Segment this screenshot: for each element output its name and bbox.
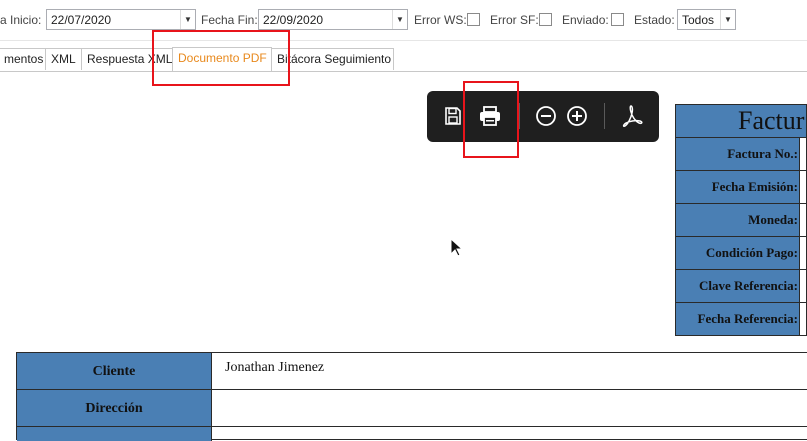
tab-respuesta-xml[interactable]: Respuesta XML — [81, 48, 173, 70]
tab-label: Documento PDF — [178, 51, 267, 65]
cliente-label: Cliente — [17, 353, 212, 389]
invoice-row: Fecha Referencia: — [675, 303, 807, 336]
invoice-row: Clave Referencia: — [675, 270, 807, 303]
tab-label: XML — [51, 52, 76, 66]
error-sf-label: Error SF: — [490, 13, 539, 27]
error-ws-label: Error WS: — [414, 13, 467, 27]
zoom-in-icon[interactable] — [564, 103, 590, 129]
table-row — [16, 426, 807, 441]
filter-bar: a Inicio: 22/07/2020 ▼ Fecha Fin: 22/09/… — [0, 0, 807, 40]
table-cell — [17, 427, 212, 441]
invoice-field-label: Moneda: — [676, 204, 800, 236]
tab-label: Bitácora Seguimiento — [277, 52, 392, 66]
invoice-row: Factura No.: — [675, 138, 807, 171]
fecha-fin-label: Fecha Fin: — [201, 13, 258, 27]
fecha-inicio-label: a Inicio: — [0, 13, 42, 27]
invoice-row: Moneda: — [675, 204, 807, 237]
table-row: Cliente Jonathan Jimenez — [16, 352, 807, 390]
enviado-label: Enviado: — [562, 13, 609, 27]
invoice-title-cell: Factur — [675, 104, 807, 138]
table-row: Dirección — [16, 389, 807, 427]
cliente-value: Jonathan Jimenez — [225, 360, 325, 375]
invoice-field-label: Fecha Referencia: — [676, 303, 800, 335]
invoice-row: Fecha Emisión: — [675, 171, 807, 204]
divider — [0, 40, 807, 41]
tab-label: Respuesta XML — [87, 52, 173, 66]
fecha-fin-picker[interactable]: 22/09/2020 ▼ — [258, 9, 408, 30]
dropdown-arrow-icon[interactable]: ▼ — [180, 10, 195, 29]
save-icon[interactable] — [440, 103, 466, 129]
dropdown-arrow-icon[interactable]: ▼ — [720, 10, 735, 29]
estado-select[interactable]: Todos ▼ — [677, 9, 736, 30]
print-icon[interactable] — [477, 103, 503, 129]
enviado-checkbox[interactable] — [611, 13, 624, 26]
fecha-inicio-value: 22/07/2020 — [51, 13, 112, 27]
invoice-row: Condición Pago: — [675, 237, 807, 270]
toolbar-separator — [519, 103, 520, 129]
fecha-fin-value: 22/09/2020 — [263, 13, 324, 27]
tab-bar: mentos XML Respuesta XML Documento PDF B… — [0, 47, 807, 72]
pdf-toolbar — [427, 91, 659, 142]
invoice-title: Factur — [738, 106, 805, 135]
acrobat-icon[interactable] — [619, 103, 645, 129]
estado-value: Todos — [682, 13, 715, 27]
zoom-out-icon[interactable] — [533, 103, 559, 129]
invoice-field-label: Condición Pago: — [676, 237, 800, 269]
dropdown-arrow-icon[interactable]: ▼ — [392, 10, 407, 29]
tab-xml[interactable]: XML — [45, 48, 82, 70]
estado-label: Estado: — [634, 13, 675, 27]
fecha-inicio-picker[interactable]: 22/07/2020 ▼ — [46, 9, 196, 30]
invoice-field-label: Factura No.: — [676, 138, 800, 170]
invoice-field-label: Fecha Emisión: — [676, 171, 800, 203]
tab-documento-pdf[interactable]: Documento PDF — [172, 47, 272, 71]
direccion-label: Dirección — [17, 390, 212, 426]
tab-label: mentos — [4, 52, 44, 66]
error-sf-checkbox[interactable] — [539, 13, 552, 26]
tab-bitacora-seguimiento[interactable]: Bitácora Seguimiento — [271, 48, 394, 70]
toolbar-separator — [604, 103, 605, 129]
mouse-cursor-icon — [450, 237, 464, 261]
error-ws-checkbox[interactable] — [467, 13, 480, 26]
tab-documentos[interactable]: mentos — [0, 48, 46, 70]
invoice-field-label: Clave Referencia: — [676, 270, 800, 302]
